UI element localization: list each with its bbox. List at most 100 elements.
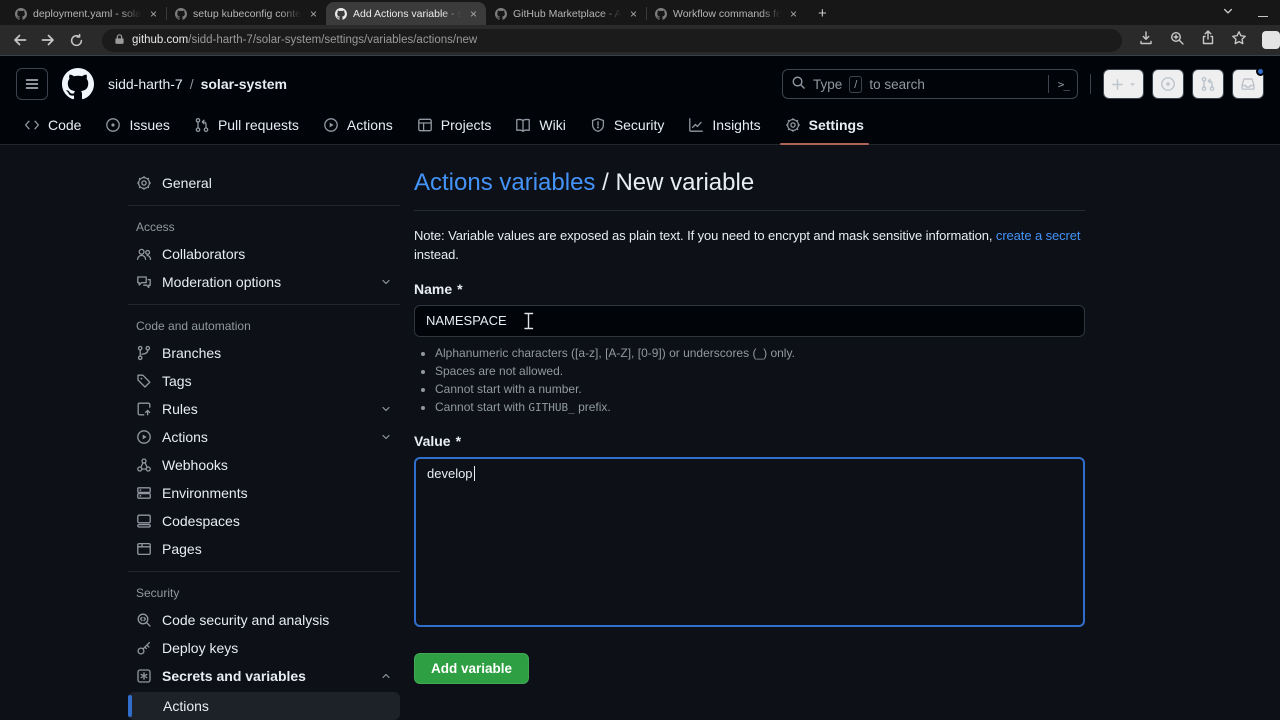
- search-placeholder-suffix: to search: [869, 76, 925, 92]
- sidebar-item-environments[interactable]: Environments: [128, 479, 400, 507]
- sidebar-item-secrets-and-variables[interactable]: Secrets and variables: [128, 662, 400, 690]
- sidebar-item-label: Code security and analysis: [162, 612, 330, 628]
- repo-tab-settings[interactable]: Settings: [777, 106, 872, 145]
- sidebar-item-deploy-keys[interactable]: Deploy keys: [128, 634, 400, 662]
- repo-tab-actions[interactable]: Actions: [315, 106, 401, 144]
- sidebar-item-pages[interactable]: Pages: [128, 535, 400, 563]
- command-palette-icon[interactable]: >_: [1058, 78, 1070, 91]
- repo-tab-wiki[interactable]: Wiki: [507, 106, 573, 144]
- pull-requests-header-button[interactable]: [1192, 69, 1224, 99]
- add-variable-button[interactable]: Add variable: [414, 652, 530, 684]
- sidebar-item-codespaces[interactable]: Codespaces: [128, 507, 400, 535]
- repo-tab-issues[interactable]: Issues: [97, 106, 177, 144]
- comment-icon: [136, 274, 152, 290]
- book-icon: [515, 117, 531, 133]
- asterisk-box-icon: [136, 668, 152, 684]
- search-input[interactable]: Type / to search >_: [782, 69, 1078, 99]
- sidebar-item-moderation-options[interactable]: Moderation options: [128, 268, 400, 296]
- sidebar-item-label: Webhooks: [162, 457, 228, 473]
- variable-name-input[interactable]: [414, 304, 1085, 337]
- play-icon: [323, 117, 339, 133]
- minimize-button[interactable]: [1258, 4, 1268, 22]
- gear-icon: [136, 175, 152, 191]
- repo-tab-pull-requests[interactable]: Pull requests: [186, 106, 307, 144]
- pull-request-icon: [194, 117, 210, 133]
- forward-button[interactable]: [38, 32, 58, 48]
- tab-close-icon[interactable]: ×: [147, 7, 160, 21]
- repo-nav: Code Issues Pull requests Actions Projects Wi…: [16, 106, 1264, 145]
- slash-key-hint: /: [849, 75, 863, 93]
- share-icon[interactable]: [1200, 29, 1216, 51]
- rules-icon: [136, 401, 152, 417]
- sidebar-item-webhooks[interactable]: Webhooks: [128, 451, 400, 479]
- browser-tab[interactable]: GitHub Marketplace - Actions to ×: [486, 2, 646, 25]
- tab-close-icon[interactable]: ×: [787, 7, 800, 21]
- bookmark-star-icon[interactable]: [1231, 30, 1247, 51]
- tab-close-icon[interactable]: ×: [307, 7, 320, 21]
- chevron-down-icon: [380, 431, 392, 443]
- code-icon: [24, 117, 40, 133]
- reload-button[interactable]: [66, 33, 86, 48]
- browser-tab[interactable]: setup kubeconfig context - sidd ×: [166, 2, 326, 25]
- tab-close-icon[interactable]: ×: [627, 7, 640, 21]
- repo-tab-insights[interactable]: Insights: [680, 106, 768, 144]
- sidebar-item-rules[interactable]: Rules: [128, 395, 400, 423]
- chevron-down-icon: [380, 276, 392, 288]
- sidebar-item-collaborators[interactable]: Collaborators: [128, 240, 400, 268]
- search-icon: [791, 75, 806, 93]
- sidebar-item-code-security-and-analysis[interactable]: Code security and analysis: [128, 606, 400, 634]
- breadcrumb-owner[interactable]: sidd-harth-7: [108, 76, 183, 92]
- sidebar-item-actions[interactable]: Actions: [128, 692, 400, 720]
- chevron-up-icon: [380, 670, 392, 682]
- plus-icon: [1112, 78, 1123, 90]
- tab-title: deployment.yaml - solar-system: [33, 7, 141, 20]
- create-a-secret-link[interactable]: create a secret: [996, 228, 1081, 243]
- tab-title: Workflow commands for GitHub: [673, 7, 781, 20]
- repo-tab-label: Insights: [712, 117, 761, 133]
- browser-tab[interactable]: Workflow commands for GitHub ×: [646, 2, 806, 25]
- sidebar-item-label: Tags: [162, 373, 192, 389]
- name-rules-list: Alphanumeric characters ([a-z], [A-Z], […: [414, 346, 1085, 416]
- repo-tab-projects[interactable]: Projects: [409, 106, 500, 144]
- key-icon: [136, 640, 152, 656]
- repo-tab-security[interactable]: Security: [582, 106, 673, 144]
- github-favicon: [175, 7, 187, 20]
- sidebar-divider: [128, 304, 400, 305]
- tab-strip: deployment.yaml - solar-system×setup kub…: [0, 0, 1280, 25]
- variable-value-textarea[interactable]: develop: [414, 456, 1085, 627]
- tab-close-icon[interactable]: ×: [467, 7, 480, 21]
- sidebar-item-branches[interactable]: Branches: [128, 339, 400, 367]
- download-icon[interactable]: [1138, 30, 1154, 51]
- tag-icon: [136, 373, 152, 389]
- github-header: sidd-harth-7 / solar-system Type / to se…: [0, 56, 1280, 145]
- repo-tab-code[interactable]: Code: [16, 106, 89, 144]
- search-divider: [1047, 75, 1049, 93]
- zoom-icon[interactable]: [1169, 30, 1185, 51]
- project-table-icon: [417, 117, 433, 133]
- sidebar-item-label: Environments: [162, 485, 248, 501]
- sidebar-item-general[interactable]: General: [128, 169, 400, 197]
- actions-variables-link[interactable]: Actions variables: [414, 169, 595, 196]
- codespaces-icon: [136, 513, 152, 529]
- issues-header-button[interactable]: [1152, 69, 1184, 99]
- tab-search-icon[interactable]: [1222, 4, 1234, 22]
- profile-avatar[interactable]: [1262, 31, 1280, 49]
- sidebar-item-actions[interactable]: Actions: [128, 423, 400, 451]
- name-rule: Cannot start with GITHUB_ prefix.: [435, 400, 1085, 416]
- browser-tab[interactable]: Add Actions variable - sidd-hart ×: [326, 2, 486, 25]
- create-new-button[interactable]: [1103, 69, 1144, 99]
- new-tab-button[interactable]: +: [818, 6, 827, 21]
- back-button[interactable]: [10, 32, 30, 48]
- value-label: Value *: [414, 432, 462, 449]
- triangle-down-icon: [1129, 82, 1136, 86]
- browser-toolbar: github.com/sidd-harth-7/solar-system/set…: [0, 25, 1280, 56]
- sidebar-item-tags[interactable]: Tags: [128, 367, 400, 395]
- title-divider: [414, 210, 1085, 211]
- github-logo-icon[interactable]: [62, 68, 94, 100]
- url-bar[interactable]: github.com/sidd-harth-7/solar-system/set…: [102, 28, 1122, 52]
- notification-dot: [1256, 67, 1265, 76]
- hamburger-menu-button[interactable]: [16, 68, 48, 100]
- browser-tab[interactable]: deployment.yaml - solar-system ×: [6, 2, 166, 25]
- inbox-button[interactable]: [1232, 67, 1265, 99]
- breadcrumb-repo[interactable]: solar-system: [201, 76, 287, 92]
